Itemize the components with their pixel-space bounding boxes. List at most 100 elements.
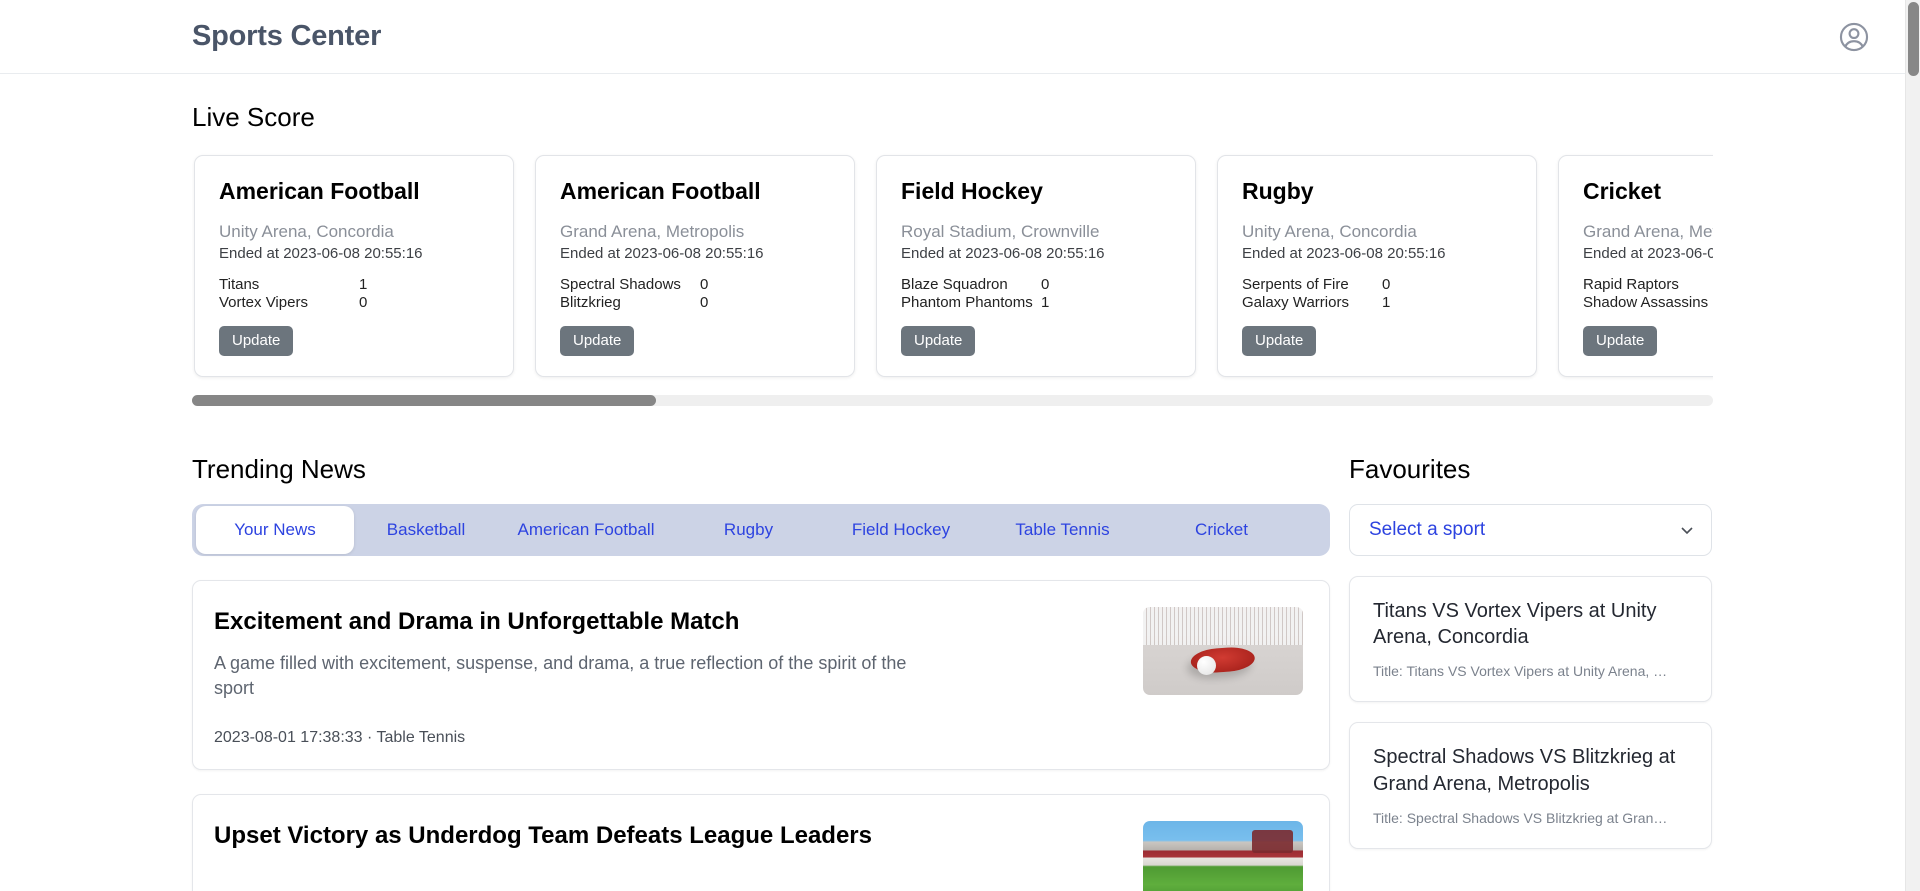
news-article-thumbnail [1143,606,1303,695]
team-name: Shadow Assassins [1583,294,1709,312]
team-score: 1 [1041,294,1050,312]
news-article-card[interactable]: Upset Victory as Underdog Team Defeats L… [192,793,1330,891]
app-title: Sports Center [192,20,382,52]
tab-field-hockey[interactable]: Field Hockey [821,507,981,553]
favourite-item[interactable]: Spectral Shadows VS Blitzkrieg at Grand … [1349,722,1712,850]
favourite-item-title: Titans VS Vortex Vipers at Unity Arena, … [1373,599,1657,648]
update-button[interactable]: Update [219,325,294,356]
team-name: Galaxy Warriors [1242,294,1349,312]
news-article-title: Excitement and Drama in Unforgettable Ma… [214,607,740,635]
team-row: Titans 1 [219,276,489,294]
app-root: Sports Center Live Score American Footba… [0,0,1920,891]
page-scrollbar[interactable] [1905,0,1920,891]
page-scrollbar-thumb[interactable] [1908,2,1919,76]
score-card-teams: Serpents of Fire 0 Galaxy Warriors 1 [1242,276,1512,313]
score-card-status: Ended at 2023-06-08 20:55:16 [560,245,764,262]
favourite-item-subtitle: Title: Titans VS Vortex Vipers at Unity … [1373,663,1668,680]
tab-rugby[interactable]: Rugby [676,507,821,553]
team-name: Spectral Shadows [560,276,681,293]
page-content: Live Score American Football Unity Arena… [0,102,1905,891]
team-row: Vortex Vipers 0 [219,294,489,312]
team-score: 1 [359,276,368,293]
team-score: 0 [359,294,368,312]
live-score-scrollbar[interactable] [192,394,1713,406]
score-card[interactable]: Field Hockey Royal Stadium, Crownville E… [876,155,1196,377]
score-card-teams: Blaze Squadron 0 Phantom Phantoms 1 [901,276,1171,313]
score-card-status: Ended at 2023-06-08 20:55:16 [901,245,1105,262]
score-card-status: Ended at 2023-06-08 20:55:16 [1242,245,1446,262]
sport-select-value: Select a sport [1369,518,1486,540]
update-button[interactable]: Update [1583,325,1658,356]
ping-pong-ball-icon [1197,655,1217,675]
news-article-card[interactable]: Excitement and Drama in Unforgettable Ma… [192,579,1330,770]
score-card-venue: Grand Arena, Metropolis [560,222,745,241]
live-score-carousel[interactable]: American Football Unity Arena, Concordia… [192,152,1713,383]
team-row: Serpents of Fire 0 [1242,276,1512,294]
score-card[interactable]: American Football Grand Arena, Metropoli… [535,155,855,377]
team-row: Galaxy Warriors 1 [1242,294,1512,312]
team-row: Blaze Squadron 0 [901,276,1171,294]
team-name: Blaze Squadron [901,276,1008,293]
trending-news-heading: Trending News [192,453,366,484]
news-article-thumbnail [1143,820,1303,891]
news-article-meta: 2023-08-01 17:38:33 · Table Tennis [214,728,466,746]
favourite-item-subtitle: Title: Spectral Shadows VS Blitzkrieg at… [1373,810,1668,827]
top-navbar: Sports Center [0,0,1905,74]
score-card-sport: American Football [560,178,761,204]
live-score-section: American Football Unity Arena, Concordia… [192,152,1713,406]
team-score: 0 [700,276,709,293]
team-row: Shadow Assassins [1583,294,1713,312]
score-card-venue: Unity Arena, Concordia [219,222,394,241]
team-name: Rapid Raptors [1583,276,1679,293]
news-tabs: Your News Basketball American Football R… [192,503,1330,556]
score-card-sport: Cricket [1583,178,1661,204]
tab-table-tennis[interactable]: Table Tennis [981,507,1144,553]
live-score-heading: Live Score [192,102,315,132]
score-card-sport: Rugby [1242,178,1314,204]
favourites-heading: Favourites [1349,453,1471,484]
score-card-sport: Field Hockey [901,178,1043,204]
live-score-scrollbar-thumb[interactable] [192,394,656,406]
team-row: Blitzkrieg 0 [560,294,830,312]
team-name: Blitzkrieg [560,294,621,312]
chevron-down-icon [1681,527,1693,534]
score-card-sport: American Football [219,178,420,204]
score-card[interactable]: American Football Unity Arena, Concordia… [194,155,514,377]
team-name: Phantom Phantoms [901,294,1033,312]
score-card-teams: Rapid Raptors Shadow Assassins [1583,276,1713,313]
team-score: 0 [1041,276,1050,293]
team-name: Serpents of Fire [1242,276,1349,293]
score-card-status: Ended at 2023-06-08 20:55:16 [219,245,423,262]
lower-section: Trending News Your News Basketball Ameri… [192,426,1713,891]
score-card-teams: Spectral Shadows 0 Blitzkrieg 0 [560,276,830,313]
favourites-column: Favourites Select a sport Titans VS Vort… [1349,426,1712,891]
score-card[interactable]: Rugby Unity Arena, Concordia Ended at 20… [1217,155,1537,377]
update-button[interactable]: Update [1242,325,1317,356]
tab-american-football[interactable]: American Football [496,507,676,553]
news-article-title: Upset Victory as Underdog Team Defeats L… [214,821,872,849]
sport-select[interactable]: Select a sport [1349,503,1712,556]
favourite-item-title: Spectral Shadows VS Blitzkrieg at Grand … [1373,746,1676,795]
update-button[interactable]: Update [901,325,976,356]
team-name: Titans [219,276,260,293]
score-card-venue: Royal Stadium, Crownville [901,222,1100,241]
news-article-description: A game filled with excitement, suspense,… [214,653,907,699]
team-row: Spectral Shadows 0 [560,276,830,294]
tab-your-news[interactable]: Your News [196,505,354,554]
score-card-teams: Titans 1 Vortex Vipers 0 [219,276,489,313]
team-name: Vortex Vipers [219,294,308,312]
tab-basketball[interactable]: Basketball [356,507,496,553]
team-row: Phantom Phantoms 1 [901,294,1171,312]
score-card-venue: Grand Arena, Metropolis [1583,222,1713,241]
team-score: 1 [1382,294,1391,312]
update-button[interactable]: Update [560,325,635,356]
score-card-venue: Unity Arena, Concordia [1242,222,1417,241]
news-article-text: Excitement and Drama in Unforgettable Ma… [214,607,914,747]
team-row: Rapid Raptors [1583,276,1713,294]
tab-cricket[interactable]: Cricket [1144,507,1299,553]
favourite-item[interactable]: Titans VS Vortex Vipers at Unity Arena, … [1349,575,1712,703]
team-score: 0 [700,294,709,312]
account-circle-icon[interactable] [1837,20,1871,54]
score-card-status: Ended at 2023-06-08 20:55:16 [1583,245,1713,262]
score-card[interactable]: Cricket Grand Arena, Metropolis Ended at… [1558,155,1713,377]
